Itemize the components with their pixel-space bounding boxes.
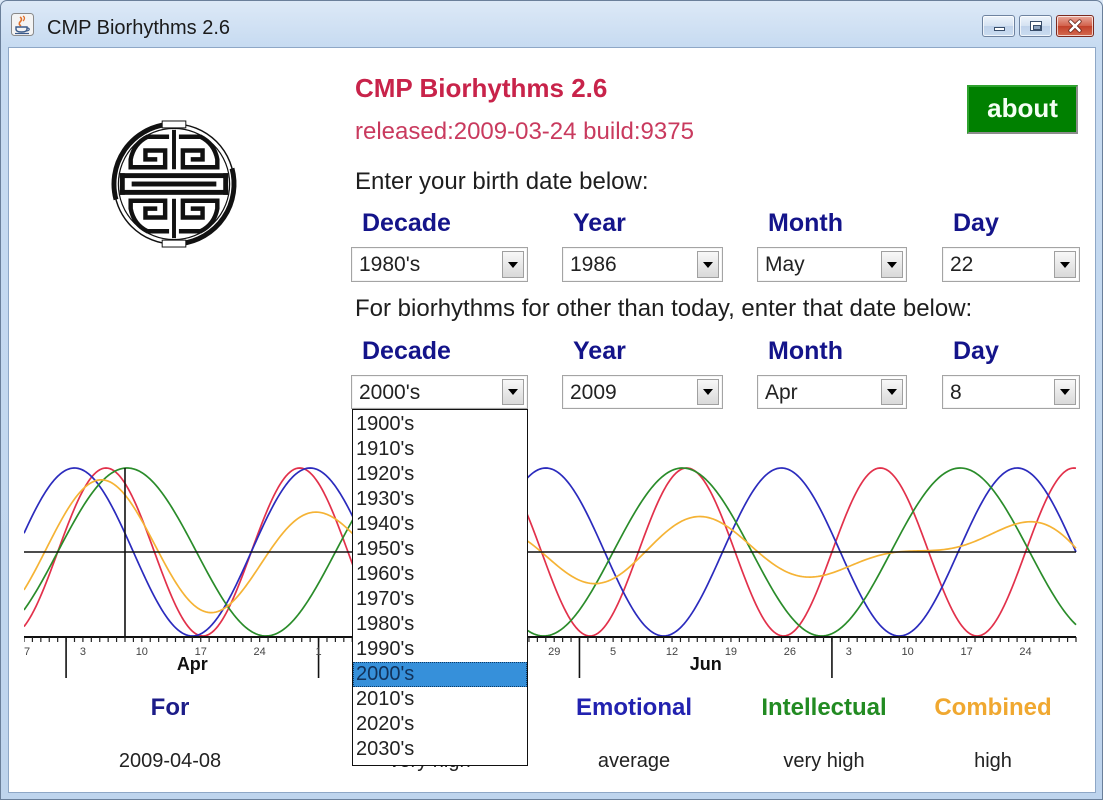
decade-option[interactable]: 1960's xyxy=(353,562,527,587)
birth-month-dropdown-button[interactable] xyxy=(881,251,903,278)
java-cup-icon[interactable] xyxy=(11,13,34,36)
x-tick-label: 24 xyxy=(254,646,266,658)
chevron-down-icon xyxy=(508,261,518,268)
series-line-combined xyxy=(24,478,1077,614)
x-tick-label: 3 xyxy=(80,646,86,658)
chevron-down-icon xyxy=(887,261,897,268)
decade-option[interactable]: 1940's xyxy=(353,512,527,537)
target-year-label: Year xyxy=(573,337,626,365)
decade-option[interactable]: 1900's xyxy=(353,412,527,437)
x-tick-label: 10 xyxy=(902,646,914,658)
shou-symbol-logo xyxy=(111,120,237,248)
chevron-down-icon xyxy=(1060,261,1070,268)
x-tick-label: 3 xyxy=(846,646,852,658)
app-title: CMP Biorhythms 2.6 xyxy=(355,73,608,103)
chevron-down-icon xyxy=(887,389,897,395)
decade-option[interactable]: 1990's xyxy=(353,637,527,662)
decade-option[interactable]: 1910's xyxy=(353,437,527,462)
x-tick-label: 5 xyxy=(610,646,616,658)
chevron-down-icon xyxy=(1060,389,1070,395)
birth-date-prompt: Enter your birth date below: xyxy=(355,168,649,195)
x-tick-label: 29 xyxy=(548,646,560,658)
birth-decade-value: 1980's xyxy=(359,253,421,276)
birth-decade-dropdown-button[interactable] xyxy=(502,251,524,278)
decade-option[interactable]: 2010's xyxy=(353,687,527,712)
target-decade-select[interactable]: 2000's xyxy=(351,375,528,409)
birth-month-select[interactable]: May xyxy=(757,247,907,282)
target-day-value: 8 xyxy=(950,381,962,404)
decade-option[interactable]: 1930's xyxy=(353,487,527,512)
biorhythm-chart: 2731017241815222951219263101724AprMayJun xyxy=(24,467,1077,678)
target-month-label: Month xyxy=(768,337,843,365)
birth-month-value: May xyxy=(765,253,805,276)
chevron-down-icon xyxy=(508,389,518,395)
birth-year-dropdown-button[interactable] xyxy=(697,251,719,278)
birth-year-label: Year xyxy=(573,209,626,237)
window-title: CMP Biorhythms 2.6 xyxy=(47,17,231,39)
chevron-down-icon xyxy=(703,261,713,268)
result-value-combined: high xyxy=(974,750,1012,772)
target-day-label: Day xyxy=(953,337,999,365)
decade-dropdown-list[interactable]: 1900's 1910's 1920's 1930's 1940's 1950'… xyxy=(352,409,528,766)
birth-year-select[interactable]: 1986 xyxy=(562,247,723,282)
target-month-select[interactable]: Apr xyxy=(757,375,907,409)
target-year-value: 2009 xyxy=(570,381,617,404)
target-year-select[interactable]: 2009 xyxy=(562,375,723,409)
birth-year-value: 1986 xyxy=(570,253,617,276)
x-tick-label: 26 xyxy=(784,646,796,658)
x-tick-label: 27 xyxy=(24,646,30,658)
birth-day-value: 22 xyxy=(950,253,974,276)
about-button[interactable]: about xyxy=(967,85,1078,134)
result-value-date: 2009-04-08 xyxy=(118,750,222,772)
x-tick-label: 10 xyxy=(136,646,148,658)
chevron-down-icon xyxy=(703,389,713,395)
decade-option[interactable]: 1920's xyxy=(353,462,527,487)
release-info: released:2009-03-24 build:9375 xyxy=(355,118,694,145)
month-label: Apr xyxy=(177,654,208,674)
target-decade-label: Decade xyxy=(362,337,451,365)
x-tick-label: 17 xyxy=(960,646,972,658)
result-header-combined: Combined xyxy=(934,694,1052,721)
x-tick-label: 1 xyxy=(315,646,321,658)
target-year-dropdown-button[interactable] xyxy=(697,379,719,405)
maximize-button[interactable] xyxy=(1019,15,1052,37)
birth-month-label: Month xyxy=(768,209,843,237)
target-decade-value: 2000's xyxy=(359,381,421,404)
close-button[interactable] xyxy=(1056,15,1094,37)
target-day-dropdown-button[interactable] xyxy=(1054,379,1076,405)
minimize-button[interactable] xyxy=(982,15,1015,37)
month-label: Jun xyxy=(690,654,722,674)
decade-option[interactable]: 1980's xyxy=(353,612,527,637)
decade-option-selected[interactable]: 2000's xyxy=(353,662,527,687)
target-decade-dropdown-button[interactable] xyxy=(502,379,524,405)
close-icon xyxy=(1068,19,1082,33)
minimize-icon xyxy=(994,27,1005,31)
birth-decade-select[interactable]: 1980's xyxy=(351,247,528,282)
target-month-value: Apr xyxy=(765,381,798,404)
target-day-select[interactable]: 8 xyxy=(942,375,1080,409)
x-tick-label: 19 xyxy=(725,646,737,658)
target-date-prompt: For biorhythms for other than today, ent… xyxy=(355,295,973,322)
birth-decade-label: Decade xyxy=(362,209,451,237)
maximize-icon xyxy=(1030,21,1042,31)
x-tick-label: 24 xyxy=(1019,646,1031,658)
target-month-dropdown-button[interactable] xyxy=(881,379,903,405)
result-header-for: For xyxy=(150,694,190,721)
birth-day-select[interactable]: 22 xyxy=(942,247,1080,282)
decade-option[interactable]: 1950's xyxy=(353,537,527,562)
result-value-emotional: average xyxy=(597,750,671,772)
decade-option[interactable]: 1970's xyxy=(353,587,527,612)
decade-option[interactable]: 2030's xyxy=(353,737,527,762)
birth-day-dropdown-button[interactable] xyxy=(1054,251,1076,278)
decade-option[interactable]: 2020's xyxy=(353,712,527,737)
birth-day-label: Day xyxy=(953,209,999,237)
x-tick-label: 12 xyxy=(666,646,678,658)
result-header-emotional: Emotional xyxy=(575,694,692,721)
